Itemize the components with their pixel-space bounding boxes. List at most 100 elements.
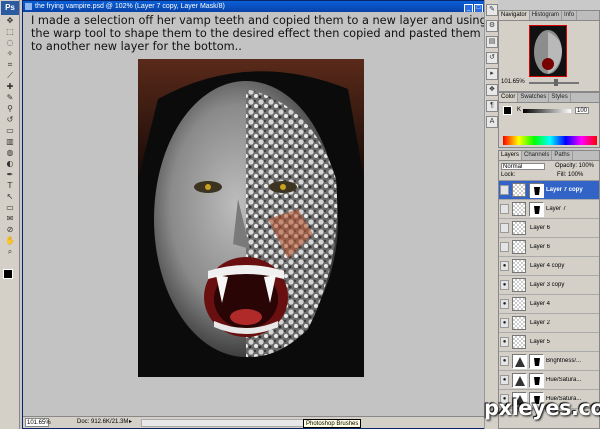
layer-row[interactable]: ● Brightness/...: [499, 352, 599, 371]
tab-paths[interactable]: Paths: [552, 151, 573, 160]
zoom-level-field[interactable]: 101.65%: [25, 418, 51, 427]
eye-icon[interactable]: ●: [500, 261, 509, 271]
slice-tool-icon[interactable]: ⟋: [4, 71, 16, 81]
eye-icon[interactable]: ●: [500, 375, 509, 385]
layer-thumbnail: [512, 259, 526, 273]
healing-tool-icon[interactable]: ✚: [4, 82, 16, 92]
layer-mask-thumbnail[interactable]: [529, 373, 544, 388]
k-slider[interactable]: [523, 109, 571, 113]
layer-thumbnail: [512, 183, 526, 197]
tab-styles[interactable]: Styles: [549, 93, 571, 102]
marquee-tool-icon[interactable]: ⬚: [4, 27, 16, 37]
zoom-tool-icon[interactable]: ⌕: [4, 247, 16, 257]
visibility-toggle[interactable]: [500, 185, 509, 195]
palette-well: Navigator Histogram Info 101.65% Color Swat…: [498, 0, 600, 429]
eye-icon[interactable]: ●: [500, 318, 509, 328]
tab-histogram[interactable]: Histogram: [530, 11, 563, 20]
dodge-tool-icon[interactable]: ◐: [4, 159, 16, 169]
eyedropper-tool-icon[interactable]: ⊘: [4, 225, 16, 235]
fill-field[interactable]: Fill: 100%: [557, 172, 583, 178]
tab-navigator[interactable]: Navigator: [499, 11, 530, 20]
brushes-icon[interactable]: ✎: [486, 4, 498, 16]
horizontal-scrollbar[interactable]: [141, 419, 321, 427]
layer-row[interactable]: ● Layer 2: [499, 314, 599, 333]
canvas-area[interactable]: I made a selection off her vamp teeth an…: [23, 12, 495, 417]
status-bar: 101.65% Doc: 912.6K/21.3M ▸: [23, 416, 495, 428]
eye-icon[interactable]: ●: [500, 299, 509, 309]
layer-thumbnail: [512, 278, 526, 292]
gradient-tool-icon[interactable]: ▥: [4, 137, 16, 147]
layer-mask-thumbnail[interactable]: [529, 183, 544, 198]
tab-info[interactable]: Info: [562, 11, 578, 20]
actions-icon[interactable]: ▸: [486, 68, 498, 80]
type-tool-icon[interactable]: T: [4, 181, 16, 191]
blur-tool-icon[interactable]: ◍: [4, 148, 16, 158]
layer-row[interactable]: ● Layer 4: [499, 295, 599, 314]
document-size-info: Doc: 912.6K/21.3M: [77, 419, 129, 425]
eye-icon[interactable]: ●: [500, 280, 509, 290]
layer-name: Layer 7 copy: [546, 187, 583, 193]
brush-tool-icon[interactable]: ✎: [4, 93, 16, 103]
layer-row[interactable]: ● Hue/Satura...: [499, 371, 599, 390]
clone-source-icon[interactable]: ❖: [486, 84, 498, 96]
paragraph-icon[interactable]: ¶: [486, 100, 498, 112]
layer-thumbnail: [512, 202, 526, 216]
layer-list: Layer 7 copy Layer 7 Layer 6 Layer 6 ● Layer …: [499, 181, 599, 409]
layer-comps-icon[interactable]: ▤: [486, 36, 498, 48]
layer-row[interactable]: ● Layer 5: [499, 333, 599, 352]
stamp-tool-icon[interactable]: ⚲: [4, 104, 16, 114]
eraser-tool-icon[interactable]: ▭: [4, 126, 16, 136]
hand-tool-icon[interactable]: ✋: [4, 236, 16, 246]
tab-swatches[interactable]: Swatches: [518, 93, 550, 102]
layer-mask-thumbnail[interactable]: [529, 354, 544, 369]
navigator-zoom[interactable]: 101.65%: [501, 79, 525, 85]
visibility-toggle[interactable]: [500, 204, 509, 214]
navigator-thumbnail[interactable]: [529, 25, 567, 77]
navigator-slider-knob[interactable]: [554, 79, 558, 86]
visibility-toggle[interactable]: [500, 223, 509, 233]
lock-label: Lock:: [501, 172, 516, 178]
document-icon: [25, 3, 32, 10]
layer-row[interactable]: Layer 7 copy: [499, 181, 599, 200]
crop-tool-icon[interactable]: ⌗: [4, 60, 16, 70]
eye-icon[interactable]: ●: [500, 356, 509, 366]
opacity-field[interactable]: Opacity: 100%: [555, 163, 594, 169]
layer-row[interactable]: Layer 6: [499, 219, 599, 238]
color-foreground-box[interactable]: [503, 106, 512, 115]
tool-presets-icon[interactable]: ⚙: [486, 20, 498, 32]
layer-row[interactable]: ● Layer 3 copy: [499, 276, 599, 295]
pen-tool-icon[interactable]: ✒: [4, 170, 16, 180]
layer-row[interactable]: Layer 6: [499, 238, 599, 257]
character-icon[interactable]: A: [486, 116, 498, 128]
notes-tool-icon[interactable]: ✉: [4, 214, 16, 224]
layer-name: Hue/Satura...: [546, 377, 582, 383]
lasso-tool-icon[interactable]: ◌: [4, 38, 16, 48]
k-value-field[interactable]: 100: [575, 107, 589, 114]
path-select-tool-icon[interactable]: ↖: [4, 192, 16, 202]
layer-row[interactable]: ● Layer 4 copy: [499, 257, 599, 276]
layer-mask-thumbnail[interactable]: [529, 202, 544, 217]
layer-row[interactable]: Layer 7: [499, 200, 599, 219]
palette-dock-icons: ✎ ⚙ ▤ ↺ ▸ ❖ ¶ A: [484, 0, 498, 429]
move-tool-icon[interactable]: ✥: [4, 16, 16, 26]
eye-icon[interactable]: ●: [500, 337, 509, 347]
tab-color[interactable]: Color: [499, 93, 519, 102]
history-icon[interactable]: ↺: [486, 52, 498, 64]
layer-name: Layer 7: [546, 206, 567, 212]
layer-options: Normal Opacity: 100% Lock: Fill: 100%: [499, 161, 599, 181]
layer-thumbnail: [512, 297, 526, 311]
magic-wand-tool-icon[interactable]: ✧: [4, 49, 16, 59]
photoshop-logo: Ps: [1, 1, 19, 15]
foreground-color-swatch[interactable]: [3, 269, 13, 279]
tab-channels[interactable]: Channels: [522, 151, 553, 160]
tools-palette: Ps ✥ ⬚ ◌ ✧ ⌗ ⟋ ✚ ✎ ⚲ ↺ ▭ ▥ ◍ ◐ ✒ T ↖ ▭ ✉ ⊘ ✋ ⌕: [0, 0, 20, 429]
color-ramp[interactable]: [503, 136, 597, 145]
status-menu-arrow-icon[interactable]: ▸: [129, 417, 132, 428]
layer-name: Layer 4 copy: [530, 263, 565, 269]
blend-mode-select[interactable]: Normal: [501, 163, 545, 170]
visibility-toggle[interactable]: [500, 242, 509, 252]
tab-layers[interactable]: Layers: [499, 151, 523, 160]
history-brush-tool-icon[interactable]: ↺: [4, 115, 16, 125]
shape-tool-icon[interactable]: ▭: [4, 203, 16, 213]
document-titlebar[interactable]: the frying vampire.psd @ 102% (Layer 7 c…: [23, 1, 495, 13]
